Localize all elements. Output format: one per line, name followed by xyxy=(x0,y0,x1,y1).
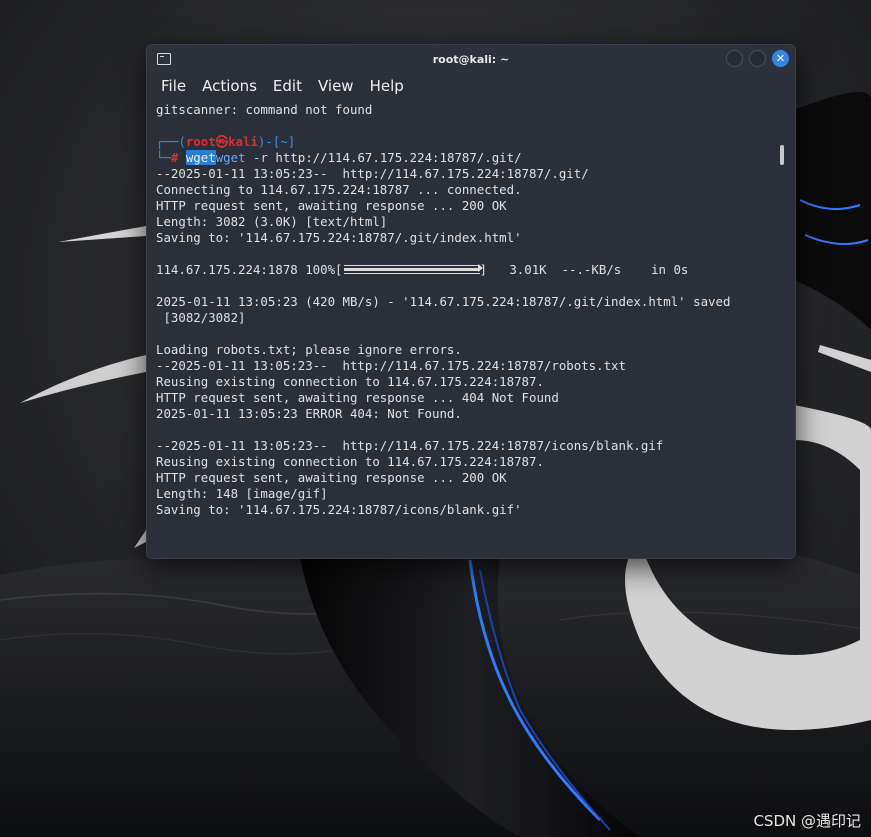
progress-fill xyxy=(343,267,480,271)
menu-file[interactable]: File xyxy=(161,77,186,95)
terminal-text: http://114.67.175.224:18787/.git/ xyxy=(267,150,522,165)
menu-view[interactable]: View xyxy=(318,77,354,95)
progress-bar xyxy=(343,263,483,274)
terminal-text: root㉿kali xyxy=(185,134,258,149)
titlebar[interactable]: root@kali: ~ ✕ xyxy=(147,45,795,73)
terminal-text: Loading robots.txt; please ignore errors… xyxy=(156,342,462,357)
terminal-line: Reusing existing connection to 114.67.17… xyxy=(156,374,795,390)
terminal-text: 2025-01-11 13:05:23 (420 MB/s) - '114.67… xyxy=(156,294,731,309)
window-controls: ✕ xyxy=(726,50,789,67)
minimize-button[interactable] xyxy=(726,50,743,67)
terminal-line: 114.67.175.224:1878 100%[ ] 3.01K --.-KB/… xyxy=(156,262,795,278)
terminal-output[interactable]: gitscanner: command not found ┌──(root㉿ka… xyxy=(147,99,795,557)
terminal-text: HTTP request sent, awaiting response ...… xyxy=(156,390,559,405)
watermark: CSDN @遇印记 xyxy=(753,812,861,830)
maximize-button[interactable] xyxy=(749,50,766,67)
terminal-text: 2025-01-11 13:05:23 ERROR 404: Not Found… xyxy=(156,406,462,421)
terminal-line: └─# wgetwget -r http://114.67.175.224:18… xyxy=(156,150,795,166)
terminal-line: [3082/3082] xyxy=(156,310,795,326)
terminal-text: wget xyxy=(215,150,246,165)
progress-tip xyxy=(477,263,483,272)
terminal-text: Reusing existing connection to 114.67.17… xyxy=(156,454,544,469)
menu-bar: File Actions Edit View Help xyxy=(147,73,795,99)
terminal-text: # xyxy=(170,150,186,165)
window-title: root@kali: ~ xyxy=(432,52,510,66)
terminal-line: Length: 3082 (3.0K) [text/html] xyxy=(156,214,795,230)
terminal-text: HTTP request sent, awaiting response ...… xyxy=(156,198,507,213)
terminal-line: --2025-01-11 13:05:23-- http://114.67.17… xyxy=(156,438,795,454)
terminal-line: HTTP request sent, awaiting response ...… xyxy=(156,470,795,486)
terminal-text: ] xyxy=(287,134,296,149)
terminal-line: --2025-01-11 13:05:23-- http://114.67.17… xyxy=(156,166,795,182)
terminal-text: Length: 148 [image/gif] xyxy=(156,486,328,501)
terminal-text: gitscanner: command not found xyxy=(156,102,373,117)
terminal-text: ~ xyxy=(280,134,288,149)
terminal-text: └─ xyxy=(156,150,171,165)
terminal-line: Loading robots.txt; please ignore errors… xyxy=(156,342,795,358)
terminal-line: gitscanner: command not found xyxy=(156,102,795,118)
terminal-line: Saving to: '114.67.175.224:18787/icons/b… xyxy=(156,502,795,518)
terminal-icon[interactable] xyxy=(157,53,171,65)
terminal-text: Reusing existing connection to 114.67.17… xyxy=(156,374,544,389)
terminal-text: HTTP request sent, awaiting response ...… xyxy=(156,470,507,485)
menu-actions[interactable]: Actions xyxy=(202,77,257,95)
terminal-text: Saving to: '114.67.175.224:18787/icons/b… xyxy=(156,502,522,517)
terminal-line: Connecting to 114.67.175.224:18787 ... c… xyxy=(156,182,795,198)
terminal-text: ┌──( xyxy=(156,134,186,149)
terminal-text: 114.67.175.224:1878 100%[ xyxy=(156,262,343,277)
terminal-text: wget xyxy=(185,150,216,165)
terminal-text: -r xyxy=(245,150,268,165)
terminal-line: Reusing existing connection to 114.67.17… xyxy=(156,454,795,470)
terminal-text: --2025-01-11 13:05:23-- http://114.67.17… xyxy=(156,358,626,373)
terminal-text: [3082/3082] xyxy=(156,310,246,325)
terminal-line: HTTP request sent, awaiting response ...… xyxy=(156,198,795,214)
terminal-text: --2025-01-11 13:05:23-- http://114.67.17… xyxy=(156,166,589,181)
terminal-line: 2025-01-11 13:05:23 ERROR 404: Not Found… xyxy=(156,406,795,422)
terminal-text: Saving to: '114.67.175.224:18787/.git/in… xyxy=(156,230,522,245)
terminal-line: 2025-01-11 13:05:23 (420 MB/s) - '114.67… xyxy=(156,294,795,310)
terminal-text: --2025-01-11 13:05:23-- http://114.67.17… xyxy=(156,438,664,453)
terminal-line: ┌──(root㉿kali)-[~] xyxy=(156,134,795,150)
terminal-text: )-[ xyxy=(257,134,281,149)
terminal-line: Saving to: '114.67.175.224:18787/.git/in… xyxy=(156,230,795,246)
scrollbar-thumb[interactable] xyxy=(780,145,784,165)
close-button[interactable]: ✕ xyxy=(772,50,789,67)
menu-edit[interactable]: Edit xyxy=(273,77,302,95)
terminal-text: ] 3.01K --.-KB/s in 0s xyxy=(479,262,689,277)
menu-help[interactable]: Help xyxy=(370,77,404,95)
terminal-line: HTTP request sent, awaiting response ...… xyxy=(156,390,795,406)
terminal-window[interactable]: root@kali: ~ ✕ File Actions Edit View He… xyxy=(146,44,796,559)
terminal-line: --2025-01-11 13:05:23-- http://114.67.17… xyxy=(156,358,795,374)
terminal-line: Length: 148 [image/gif] xyxy=(156,486,795,502)
terminal-text: Length: 3082 (3.0K) [text/html] xyxy=(156,214,388,229)
terminal-text: Connecting to 114.67.175.224:18787 ... c… xyxy=(156,182,522,197)
close-icon: ✕ xyxy=(775,52,786,65)
